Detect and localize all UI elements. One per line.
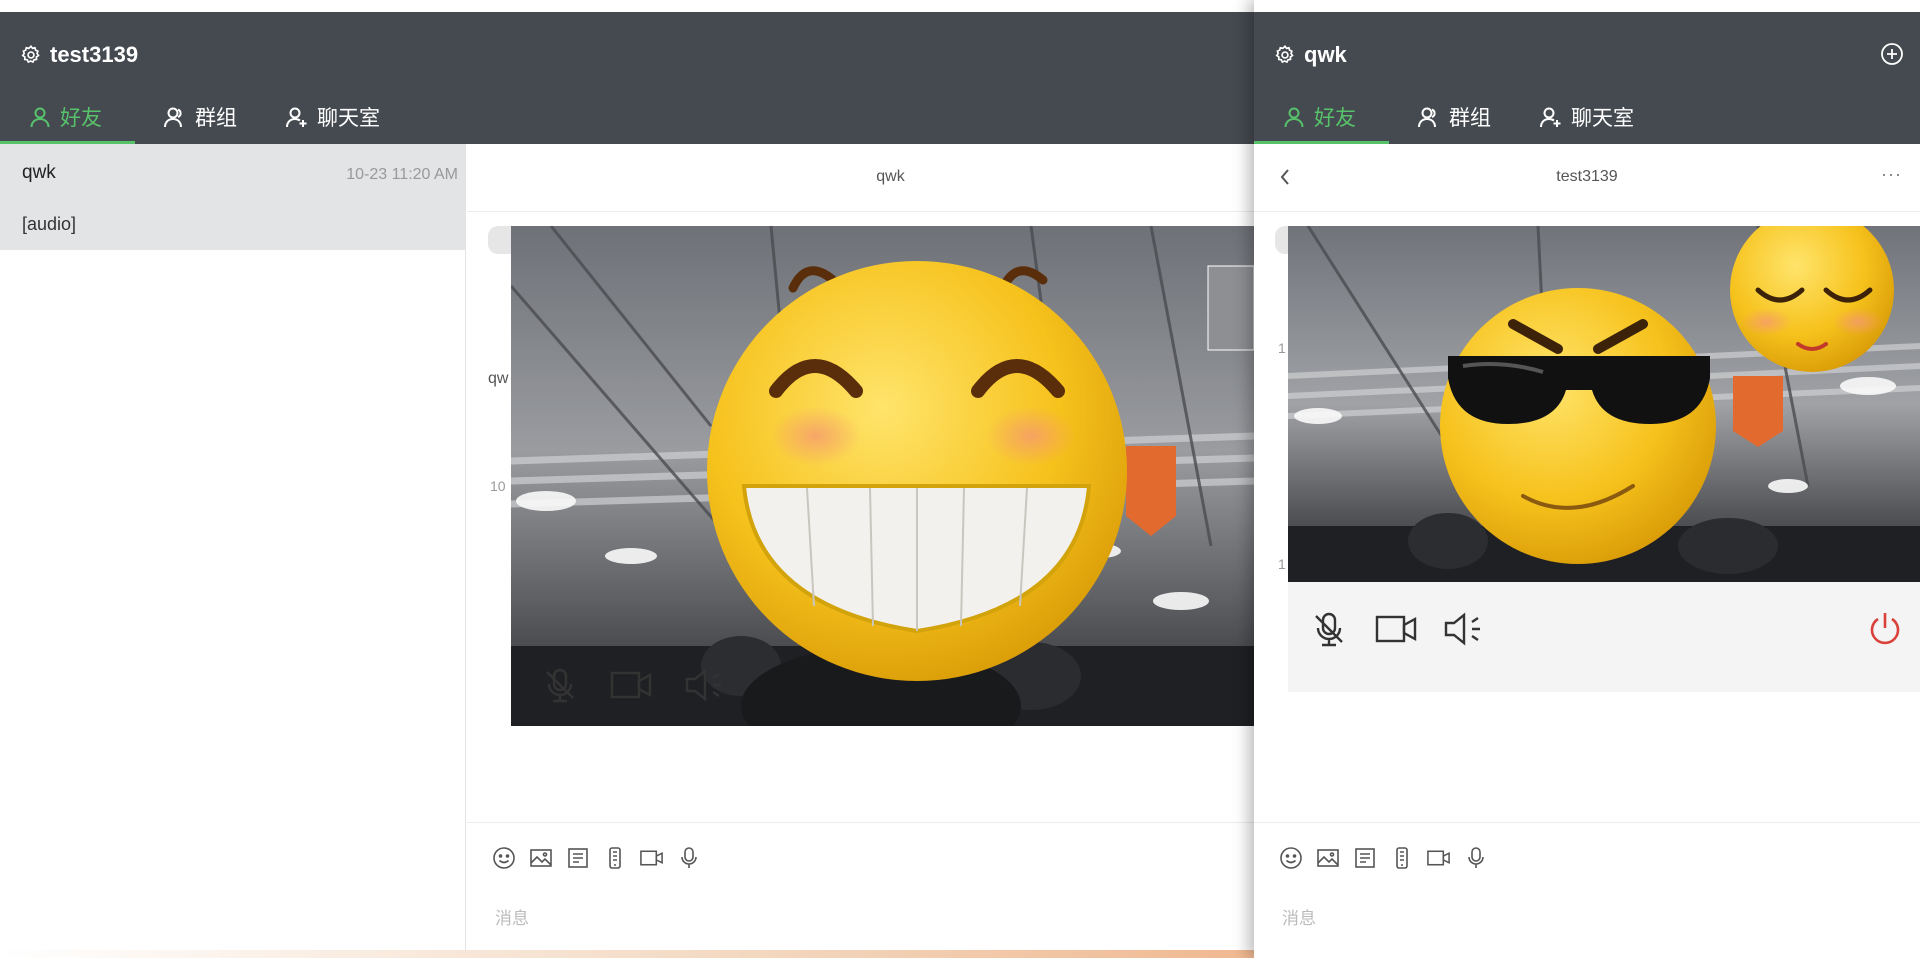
chat-title: test3139 xyxy=(1556,168,1618,185)
message-time: 1 xyxy=(1278,340,1286,356)
mic-off-icon[interactable] xyxy=(1310,610,1348,648)
speaker-icon[interactable] xyxy=(1442,610,1486,648)
username: test3139 xyxy=(50,42,139,67)
remote-video xyxy=(511,226,1254,726)
video-icon[interactable] xyxy=(639,845,664,870)
chat-header: qwk xyxy=(467,144,1254,212)
image-icon[interactable] xyxy=(1315,845,1340,870)
tab-label: 群组 xyxy=(1449,107,1491,130)
emoji-icon[interactable] xyxy=(491,845,516,870)
tab-label: 聊天室 xyxy=(1571,107,1634,130)
chat-header: test3139 ··· xyxy=(1254,144,1920,212)
chatroom-icon xyxy=(285,105,309,129)
conversation-time: 10-23 11:20 AM xyxy=(346,166,458,183)
group-icon xyxy=(163,105,187,129)
mic-icon[interactable] xyxy=(1463,845,1488,870)
top-strip xyxy=(1254,0,1920,12)
right-window: qwk 好友 群组 聊天室 test3139 ··· 1 1 消息 xyxy=(1254,0,1920,958)
tab-label: 好友 xyxy=(60,107,102,130)
top-strip xyxy=(0,0,1254,12)
message-time: 10 xyxy=(490,478,506,494)
image-icon[interactable] xyxy=(528,845,553,870)
header: test3139 好友 群组 聊天室 xyxy=(0,12,1254,144)
tab-label: 聊天室 xyxy=(317,107,380,130)
message-input[interactable] xyxy=(495,909,1195,929)
title-row: test3139 xyxy=(20,42,138,68)
gear-icon[interactable] xyxy=(20,44,42,66)
taskbar-strip xyxy=(0,950,1254,958)
message-sender: qw xyxy=(488,370,509,387)
call-controls xyxy=(1288,582,1920,692)
tab-label: 好友 xyxy=(1314,107,1356,130)
camera-icon[interactable] xyxy=(1374,610,1418,648)
title-row: qwk xyxy=(1274,42,1347,68)
video-scene xyxy=(1288,226,1920,582)
composer-toolbar xyxy=(1278,845,1488,870)
tab-chatroom[interactable]: 聊天室 xyxy=(257,90,400,144)
user-icon xyxy=(1282,105,1306,129)
left-window: test3139 好友 群组 聊天室 qwk 10-23 11:20 AM [a… xyxy=(0,0,1254,958)
message-time: 1 xyxy=(1278,556,1286,572)
file-icon[interactable] xyxy=(565,845,590,870)
header: qwk 好友 群组 聊天室 xyxy=(1254,12,1920,144)
conversation-list: qwk 10-23 11:20 AM [audio] xyxy=(0,144,466,958)
tab-bar: 好友 群组 聊天室 xyxy=(1254,90,1654,144)
chat-title: qwk xyxy=(876,168,905,185)
tab-label: 群组 xyxy=(195,107,237,130)
call-controls xyxy=(541,666,727,704)
tab-groups[interactable]: 群组 xyxy=(1389,90,1511,144)
mic-icon[interactable] xyxy=(676,845,701,870)
plus-circle-icon[interactable] xyxy=(1880,42,1904,66)
conversation-preview: [audio] xyxy=(22,214,77,234)
message-input[interactable] xyxy=(1282,909,1882,929)
chatroom-icon xyxy=(1539,105,1563,129)
speaker-icon[interactable] xyxy=(683,666,727,704)
username: qwk xyxy=(1304,42,1347,67)
file-icon[interactable] xyxy=(1352,845,1377,870)
mic-off-icon[interactable] xyxy=(541,666,579,704)
more-options-icon[interactable]: ··· xyxy=(1881,164,1902,185)
tab-bar: 好友 群组 聊天室 xyxy=(0,90,400,144)
video-icon[interactable] xyxy=(1426,845,1451,870)
group-icon xyxy=(1417,105,1441,129)
camera-icon[interactable] xyxy=(609,666,653,704)
screen: test3139 好友 群组 聊天室 qwk 10-23 11:20 AM [a… xyxy=(0,0,1920,958)
list-item[interactable]: qwk 10-23 11:20 AM [audio] xyxy=(0,144,466,250)
tab-groups[interactable]: 群组 xyxy=(135,90,257,144)
video-scene xyxy=(511,226,1254,726)
phone-icon[interactable] xyxy=(1389,845,1414,870)
user-icon xyxy=(28,105,52,129)
tab-chatroom[interactable]: 聊天室 xyxy=(1511,90,1654,144)
message-composer xyxy=(1254,822,1920,958)
tab-friends[interactable]: 好友 xyxy=(1254,90,1389,144)
emoji-icon[interactable] xyxy=(1278,845,1303,870)
message-composer xyxy=(467,822,1254,958)
phone-icon[interactable] xyxy=(602,845,627,870)
composer-toolbar xyxy=(491,845,701,870)
local-video xyxy=(1288,226,1920,582)
tab-friends[interactable]: 好友 xyxy=(0,90,135,144)
conversation-name: qwk xyxy=(22,162,56,183)
gear-icon[interactable] xyxy=(1274,44,1296,66)
power-icon[interactable] xyxy=(1866,610,1904,648)
